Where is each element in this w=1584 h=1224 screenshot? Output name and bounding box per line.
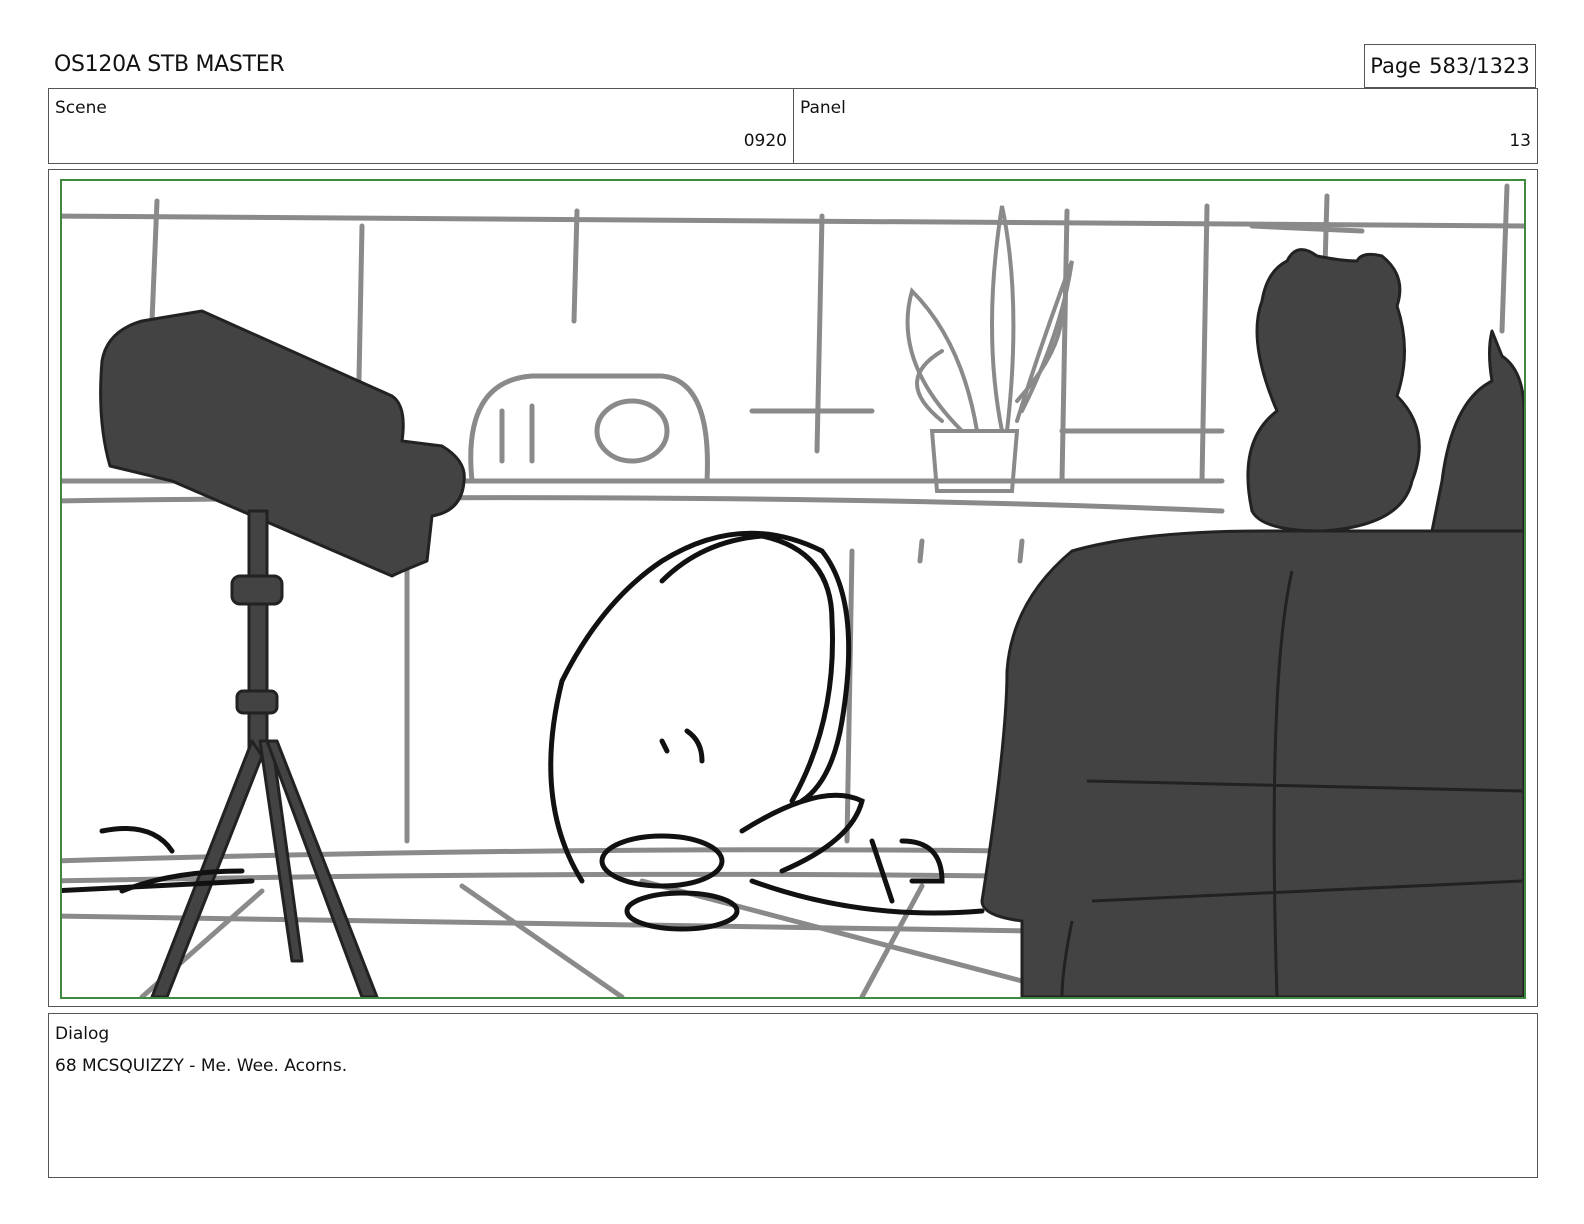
document-title: OS120A STB MASTER bbox=[54, 52, 285, 77]
plush-toy-silhouette bbox=[1246, 248, 1524, 533]
character-sketch bbox=[62, 530, 985, 932]
scene-panel-header: Scene 0920 Panel 13 bbox=[48, 88, 1538, 164]
panel-label: Panel bbox=[800, 98, 846, 118]
camera-tripod bbox=[99, 309, 466, 997]
dialog-label: Dialog bbox=[55, 1024, 110, 1044]
toaster-sketch bbox=[468, 373, 710, 484]
storyboard-sketch bbox=[62, 183, 1524, 997]
scene-cell: Scene 0920 bbox=[49, 89, 794, 163]
scene-number: 0920 bbox=[743, 131, 787, 151]
scene-label: Scene bbox=[55, 98, 107, 118]
couch-silhouette bbox=[980, 529, 1524, 997]
panel-number: 13 bbox=[1509, 131, 1531, 151]
potted-plant-sketch bbox=[905, 205, 1074, 493]
page-indicator: Page 583/1323 bbox=[1364, 44, 1536, 88]
page-number: 583/1323 bbox=[1429, 54, 1530, 78]
storyboard-panel-image bbox=[60, 179, 1526, 999]
panel-cell: Panel 13 bbox=[794, 89, 1537, 163]
dialog-box: Dialog 68 MCSQUIZZY - Me. Wee. Acorns. bbox=[48, 1013, 1538, 1178]
storyboard-frame bbox=[48, 169, 1538, 1007]
page-label: Page bbox=[1370, 54, 1422, 78]
dialog-text: 68 MCSQUIZZY - Me. Wee. Acorns. bbox=[55, 1056, 348, 1076]
